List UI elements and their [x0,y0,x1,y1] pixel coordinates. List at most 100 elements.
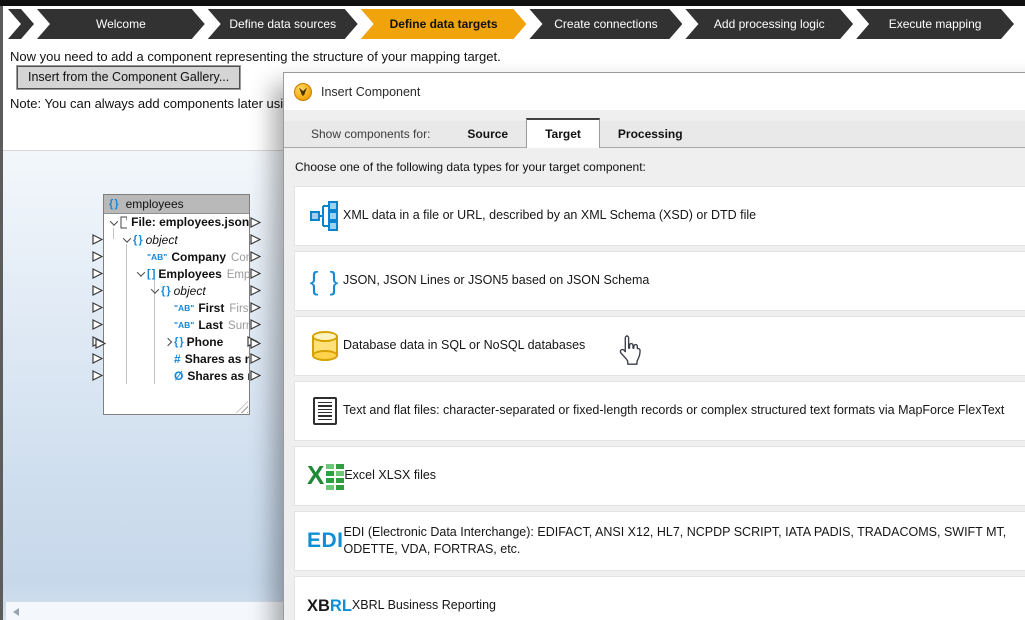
mapforce-icon [294,83,312,101]
dialog-tabbar: Show components for: Source Target Proce… [284,121,1025,148]
tree-row-company[interactable]: "AB" CompanyCompany name [104,248,249,265]
output-connector[interactable] [250,353,261,364]
excel-icon: X [307,463,344,490]
output-connector[interactable] [250,319,261,330]
database-icon [307,331,343,361]
input-connector[interactable] [92,370,103,381]
xml-schema-icon [307,201,343,231]
wizard-leading-chevron [8,9,34,39]
component-gallery-button[interactable]: Insert from the Component Gallery... [17,66,240,89]
component-resize-handle[interactable] [236,401,248,413]
tree-row-last[interactable]: "AB" Last Surname [104,316,249,333]
tree-row-object[interactable]: { } object [104,231,249,248]
tree-node-label: File: employees.json [131,215,249,229]
instruction-text: Now you need to add a component represen… [10,49,501,64]
chevron-down-icon[interactable] [148,288,161,294]
wizard-step-execute-mapping[interactable]: Execute mapping [856,9,1014,39]
output-connector[interactable] [250,302,261,313]
list-item-edi[interactable]: EDI EDI (Electronic Data Interchange): E… [294,511,1025,571]
mapforce-window: Welcome Define data sources Define data … [0,0,1025,620]
output-connector-multi[interactable] [247,336,261,349]
list-item-label: EDI (Electronic Data Interchange): EDIFA… [344,524,1025,559]
tree-node-label: Employees [158,267,221,281]
wizard-step-label: Define data sources [229,17,336,31]
tree-row-object[interactable]: { } object [104,282,249,299]
component-title: employees [126,197,184,211]
input-connector[interactable] [92,319,103,330]
hand-cursor-icon [616,334,644,375]
tree-node-label: Company [171,250,226,264]
list-item-xbrl[interactable]: XBRL XBRL Business Reporting [294,576,1025,620]
list-item-label: XBRL Business Reporting [352,597,522,615]
tree-row-shares-as-number[interactable]: # Shares as numberShares - [104,350,249,367]
wizard-step-label: Add processing logic [714,17,825,31]
list-item-label: Excel XLSX files [344,467,462,485]
component-header[interactable]: { } employees [104,195,249,214]
chevron-right-icon[interactable] [161,339,174,345]
tab-processing[interactable]: Processing [600,121,701,147]
dialog-title: Insert Component [321,85,420,99]
wizard-step-define-data-targets[interactable]: Define data targets [361,9,527,39]
list-item-xml[interactable]: XML data in a file or URL, described by … [294,186,1025,246]
tree-node-annotation: Surname [228,320,249,332]
dialog-titlebar[interactable]: Insert Component [284,73,1025,110]
tree-row-file[interactable]: File: employees.jsonFile/String [104,214,249,231]
tree-node-label: First [198,301,224,315]
null-type-icon: Ø [174,369,183,383]
tree-row-shares-as-null[interactable]: Ø Shares as nullShares - The [104,367,249,384]
output-connector[interactable] [250,251,261,262]
show-components-for-label: Show components for: [294,121,447,147]
tree-row-first[interactable]: "AB" First First name [104,299,249,316]
tree-node-label: object [174,284,206,298]
insert-component-dialog: Insert Component Show components for: So… [283,72,1025,620]
output-connector[interactable] [250,217,261,228]
list-item-database[interactable]: Database data in SQL or NoSQL databases [294,316,1025,376]
output-connector[interactable] [250,268,261,279]
wizard-step-define-data-sources[interactable]: Define data sources [208,9,358,39]
output-connector[interactable] [250,285,261,296]
tree-node-annotation: Employees [227,269,249,281]
window-top-strip [0,0,1025,6]
chevron-down-icon[interactable] [134,271,147,277]
tree-row-employees[interactable]: [ ] EmployeesEmployees [104,265,249,282]
list-item-flat-file[interactable]: Text and flat files: character-separated… [294,381,1025,441]
wizard-step-create-connections[interactable]: Create connections [529,9,682,39]
output-connector[interactable] [250,234,261,245]
file-icon [120,216,127,229]
input-connector[interactable] [92,251,103,262]
list-item-excel[interactable]: X Excel XLSX files [294,446,1025,506]
employees-component[interactable]: { } employees File: employees.jsonFile/S… [103,194,250,415]
input-connector-multi[interactable] [92,336,106,349]
tree-node-annotation: Company name [231,252,249,264]
tree-node-label: Shares as null [187,369,249,383]
wizard-step-welcome[interactable]: Welcome [37,9,205,39]
dialog-prompt: Choose one of the following data types f… [295,160,646,174]
tree-node-annotation: First name [229,303,249,315]
tree-node-label: Last [198,318,223,332]
list-item-json[interactable]: { } JSON, JSON Lines or JSON5 based on J… [294,251,1025,311]
xbrl-icon: XBRL [307,597,352,616]
chevron-down-icon[interactable] [120,237,133,243]
note-text: Note: You can always add components late… [10,96,305,111]
wizard-breadcrumb: Welcome Define data sources Define data … [8,9,1017,39]
tab-target[interactable]: Target [526,118,600,148]
chevron-down-icon[interactable] [107,220,120,226]
input-connector[interactable] [92,268,103,279]
string-type-icon: "AB" [174,320,194,330]
tree-node-label: Shares as number [185,352,249,366]
wizard-step-label: Create connections [554,17,657,31]
braces-icon: { } [161,285,170,297]
input-connector[interactable] [92,353,103,364]
input-connector[interactable] [92,285,103,296]
wizard-step-add-processing-logic[interactable]: Add processing logic [685,9,853,39]
string-type-icon: "AB" [174,303,194,313]
braces-icon: { } [133,234,142,246]
tab-source[interactable]: Source [449,121,526,147]
input-connector[interactable] [92,302,103,313]
tree-node-label: object [146,233,178,247]
output-connector[interactable] [250,370,261,381]
component-tree: File: employees.jsonFile/String { } obje… [104,214,249,384]
scroll-left-icon[interactable] [13,608,19,616]
tree-row-phone[interactable]: { } Phone [104,333,249,350]
input-connector[interactable] [92,234,103,245]
